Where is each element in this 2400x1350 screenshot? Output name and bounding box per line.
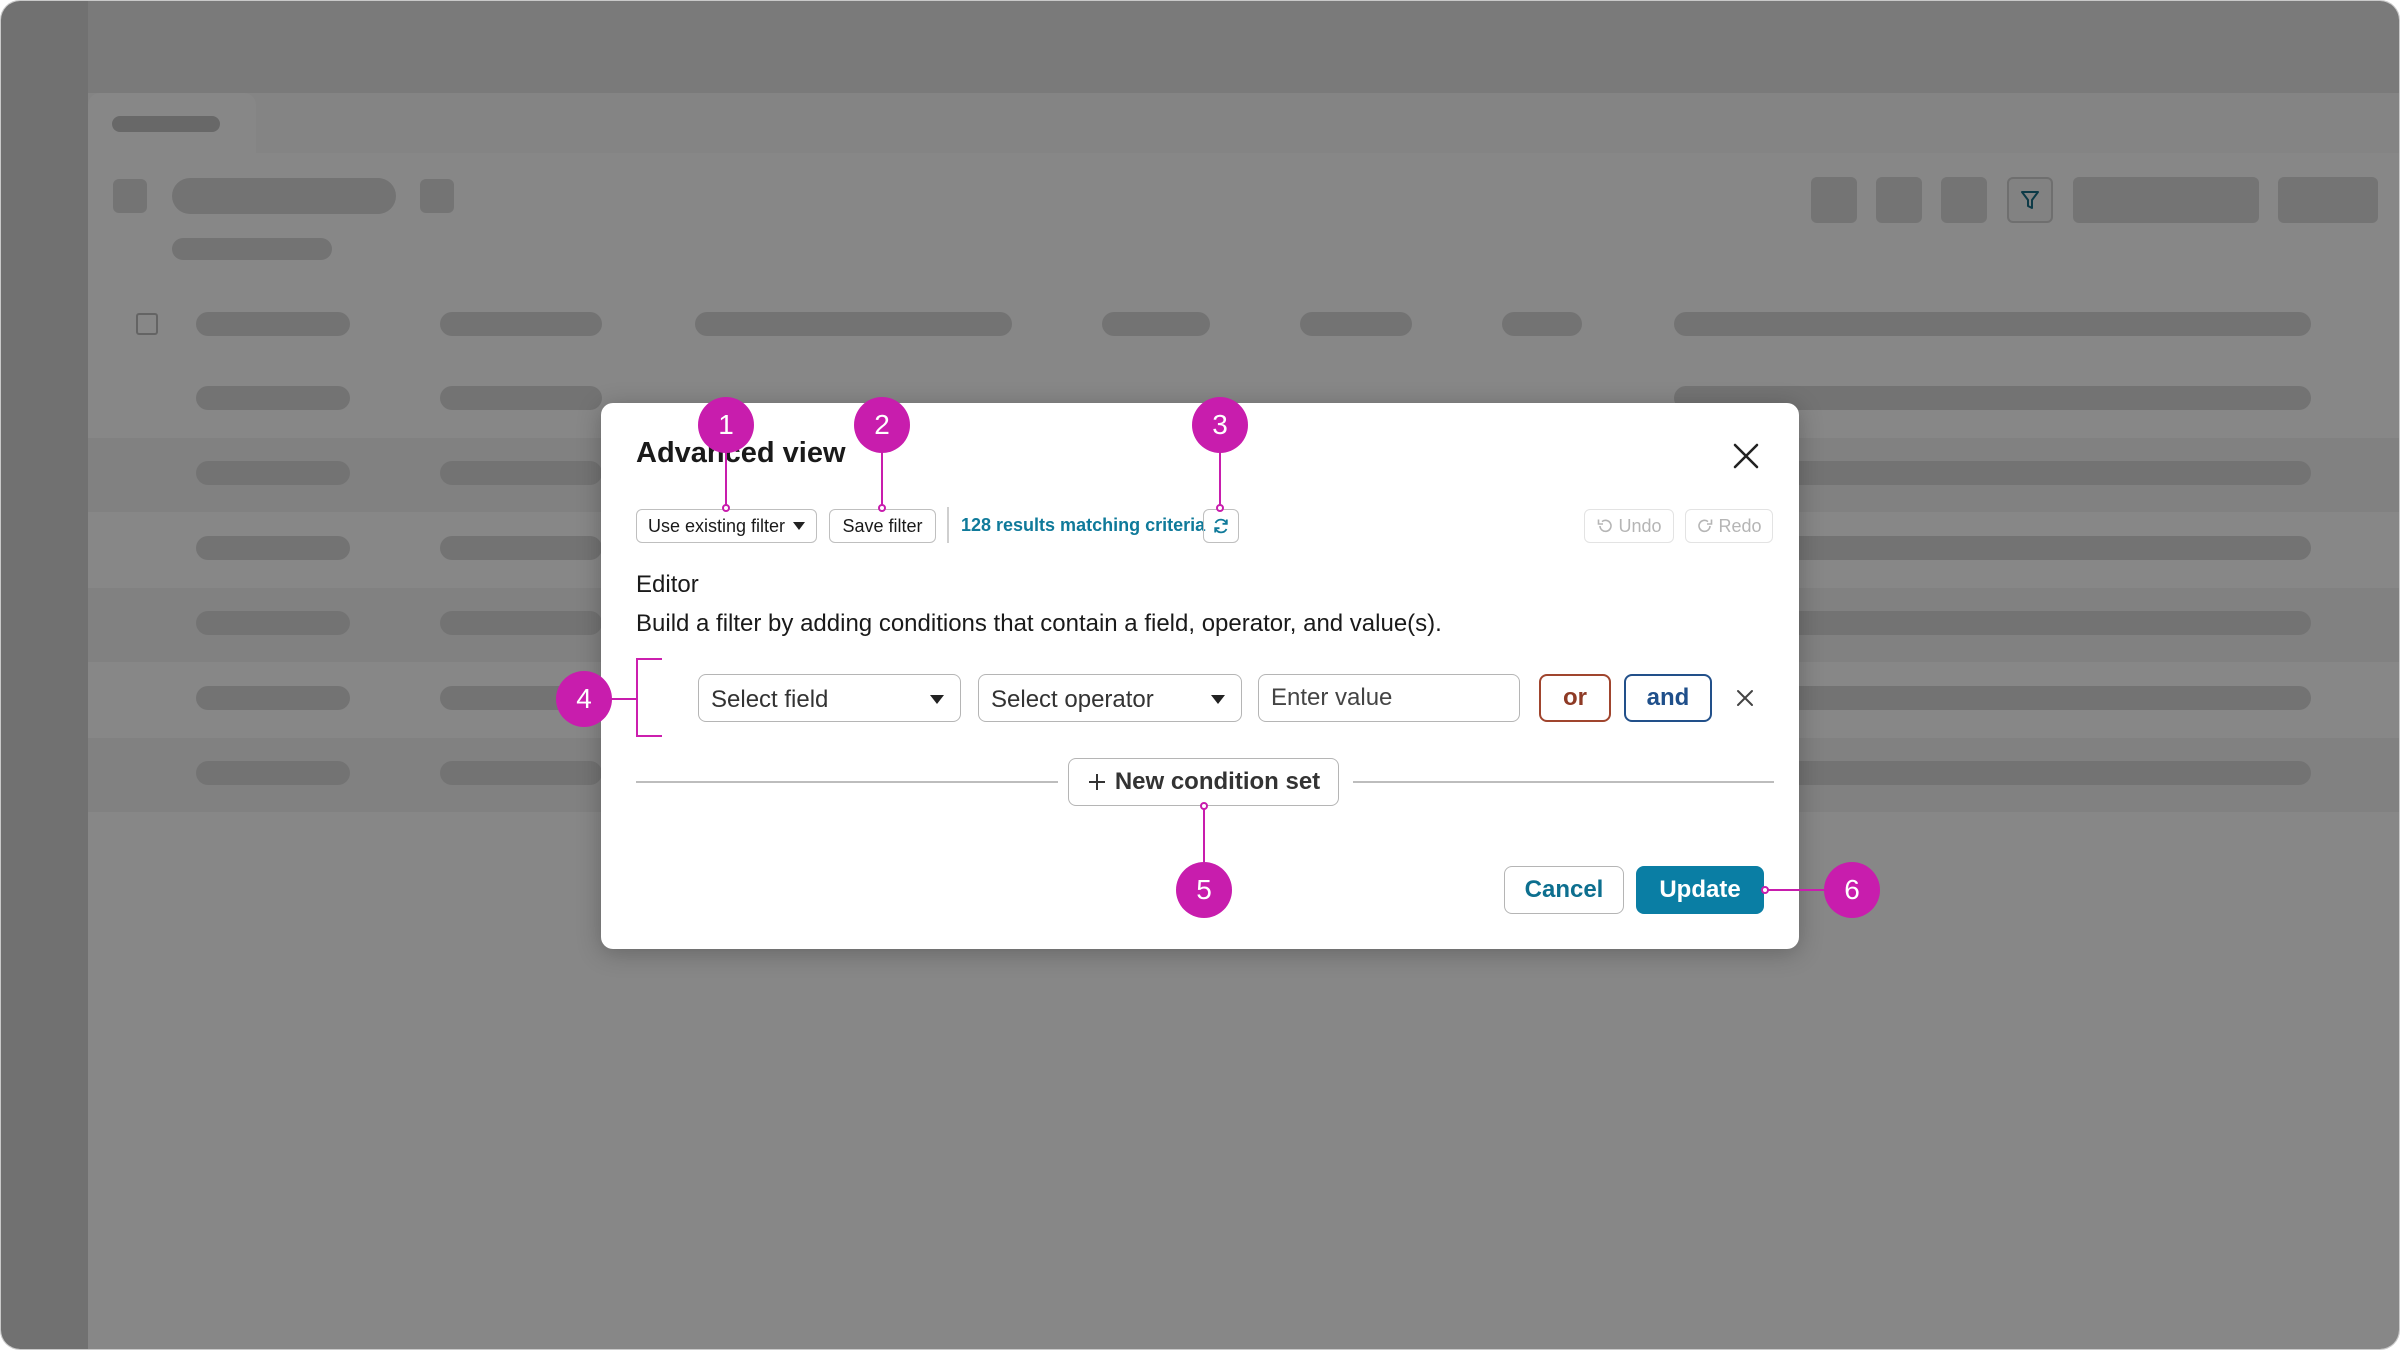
field-select-label: Select field [711,686,829,713]
value-input[interactable] [1258,674,1520,722]
undo-label: Undo [1618,515,1662,536]
callout-anchor [1200,802,1208,810]
caret-down-icon [793,522,806,530]
redo-icon [1698,519,1713,533]
new-condition-set-button[interactable]: New condition set [1068,758,1339,806]
callout-connector [881,452,883,508]
callout-badge: 5 [1176,862,1232,918]
redo-label: Redo [1718,515,1762,536]
callout-badge: 2 [854,397,910,453]
remove-condition-icon[interactable] [1735,688,1755,708]
callout-connector [610,698,636,700]
callout-anchor [722,504,730,512]
callout-connector [1219,452,1221,508]
update-button[interactable]: Update [1636,866,1764,914]
use-existing-filter-label: Use existing filter [647,515,786,536]
undo-button[interactable]: Undo [1584,509,1674,543]
operator-select[interactable]: Select operator [978,674,1242,722]
results-count: 128 results matching criteria [961,515,1206,535]
field-select[interactable]: Select field [698,674,961,722]
callout-anchor [1761,886,1769,894]
callout-anchor [878,504,886,512]
close-icon[interactable] [1730,440,1762,472]
plus-icon [1088,774,1105,790]
save-filter-label: Save filter [842,515,923,536]
new-condition-set-label: New condition set [1114,768,1321,795]
callout-badge: 6 [1824,862,1880,918]
callout-badge: 3 [1192,397,1248,453]
use-existing-filter-button[interactable]: Use existing filter [636,509,817,543]
editor-heading: Editor [636,571,699,598]
editor-description: Build a filter by adding conditions that… [636,610,1442,637]
cancel-button[interactable]: Cancel [1504,866,1624,914]
refresh-icon [1214,518,1228,534]
divider-left [636,781,1058,783]
operator-select-label: Select operator [991,686,1154,713]
callout-connector [1203,809,1205,865]
and-button[interactable]: and [1624,674,1712,722]
redo-button[interactable]: Redo [1685,509,1773,543]
toolbar-divider [947,507,949,543]
callout-connector [725,452,727,508]
undo-icon [1598,519,1613,533]
callout-badge: 1 [698,397,754,453]
condition-set-bracket [636,658,662,737]
or-button[interactable]: or [1539,674,1611,722]
divider-right [1353,781,1774,783]
caret-down-icon [930,695,944,704]
callout-anchor [1216,504,1224,512]
callout-connector [1768,889,1828,891]
callout-badge: 4 [556,671,612,727]
refresh-results-button[interactable] [1203,509,1239,543]
caret-down-icon [1211,695,1225,704]
save-filter-button[interactable]: Save filter [829,509,936,543]
